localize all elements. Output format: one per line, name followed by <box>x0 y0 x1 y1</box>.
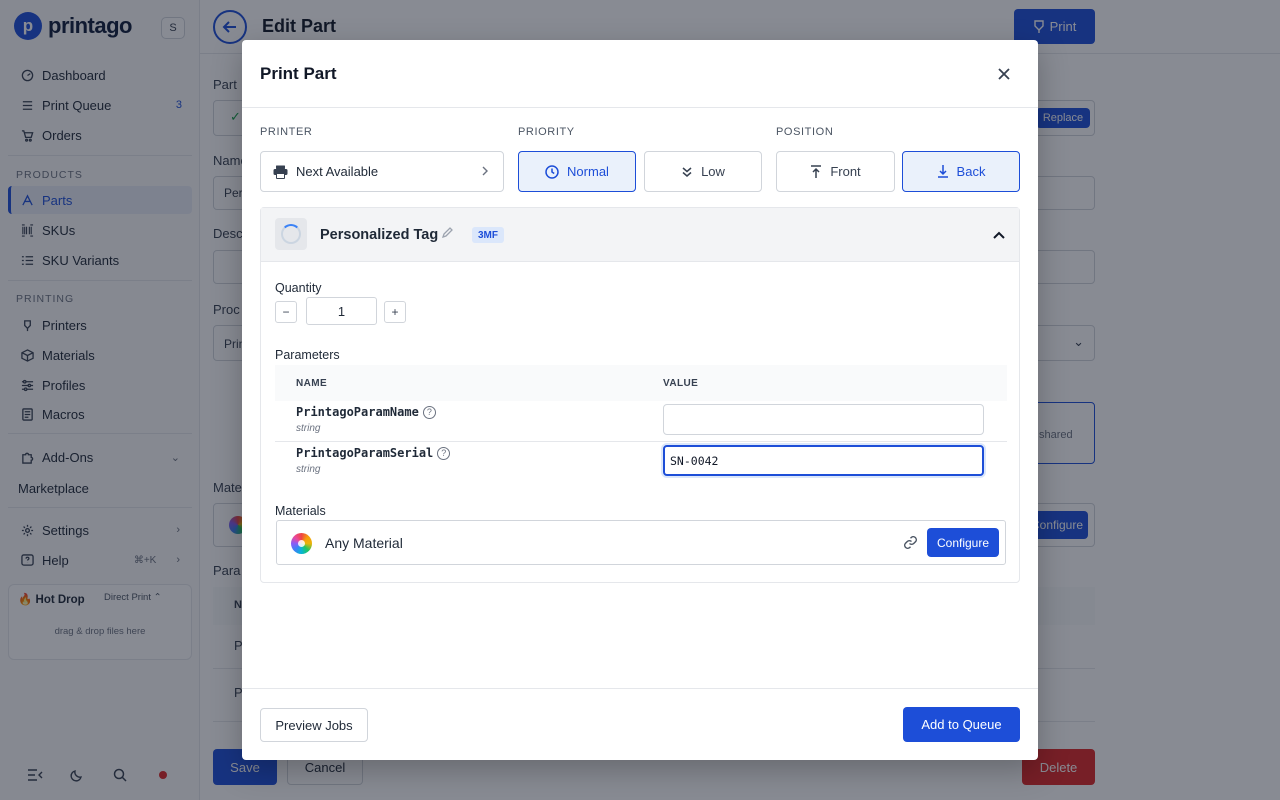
column-header-name: NAME <box>296 378 328 389</box>
printer-label: PRINTER <box>260 126 313 138</box>
parameters-table-header: NAME VALUE <box>275 365 1007 401</box>
param-value-input[interactable]: SN-0042 <box>663 445 984 476</box>
table-row: PrintagoParamName ? string <box>275 401 1007 442</box>
priority-normal-option[interactable]: Normal <box>518 151 636 192</box>
chevrons-down-icon <box>682 166 692 177</box>
close-button[interactable] <box>994 64 1014 84</box>
quantity-decrement-button[interactable]: − <box>275 301 297 323</box>
parameters-label: Parameters <box>275 348 340 362</box>
divider <box>242 107 1038 108</box>
printer-icon <box>273 165 288 179</box>
param-name-text: PrintagoParamName <box>296 405 419 419</box>
quantity-label: Quantity <box>275 281 322 295</box>
preview-jobs-button[interactable]: Preview Jobs <box>260 708 368 742</box>
param-name: PrintagoParamSerial ? <box>296 446 451 460</box>
multicolor-material-icon <box>291 533 312 554</box>
close-icon <box>998 68 1010 80</box>
param-type: string <box>296 464 321 475</box>
param-type: string <box>296 423 321 434</box>
printer-select[interactable]: Next Available <box>260 151 504 192</box>
material-slot: Any Material Configure <box>276 520 1006 565</box>
param-name-text: PrintagoParamSerial <box>296 446 434 460</box>
clock-icon <box>545 164 559 179</box>
configure-material-button[interactable]: Configure <box>927 528 999 557</box>
priority-normal-label: Normal <box>567 164 609 179</box>
chevron-up-icon[interactable] <box>993 227 1005 242</box>
question-circle-icon[interactable]: ? <box>437 446 451 460</box>
arrow-to-bottom-icon <box>937 165 948 178</box>
pencil-icon[interactable] <box>441 227 453 241</box>
param-value-input[interactable] <box>663 404 984 435</box>
part-card: Personalized Tag 3MF Quantity − 1 + Para… <box>260 207 1020 583</box>
table-row: PrintagoParamSerial ? string SN-0042 <box>275 442 1007 483</box>
modal-title: Print Part <box>260 64 337 83</box>
format-badge: 3MF <box>472 227 504 243</box>
arrow-to-top-icon <box>811 165 822 178</box>
column-header-value: VALUE <box>663 378 699 389</box>
priority-low-label: Low <box>701 164 725 179</box>
question-circle-icon[interactable]: ? <box>422 405 436 419</box>
add-to-queue-button[interactable]: Add to Queue <box>903 707 1020 742</box>
print-part-modal: Print Part PRINTER PRIORITY POSITION Nex… <box>242 40 1038 760</box>
param-name: PrintagoParamName ? <box>296 405 436 419</box>
material-name: Any Material <box>325 535 403 551</box>
part-card-header[interactable]: Personalized Tag 3MF <box>261 208 1019 262</box>
quantity-input[interactable]: 1 <box>306 297 377 325</box>
position-back-label: Back <box>956 164 986 179</box>
chevron-right-icon <box>481 164 489 179</box>
position-front-label: Front <box>830 164 861 179</box>
printer-select-value: Next Available <box>296 164 379 179</box>
quantity-increment-button[interactable]: + <box>384 301 406 323</box>
divider <box>242 688 1038 689</box>
materials-label: Materials <box>275 504 326 518</box>
loading-spinner-icon <box>275 218 307 250</box>
part-name: Personalized Tag <box>320 227 439 243</box>
position-back-option[interactable]: Back <box>902 151 1020 192</box>
position-label: POSITION <box>776 126 834 138</box>
link-icon[interactable] <box>903 535 918 553</box>
priority-low-option[interactable]: Low <box>644 151 762 192</box>
position-front-option[interactable]: Front <box>776 151 895 192</box>
priority-label: PRIORITY <box>518 126 575 138</box>
